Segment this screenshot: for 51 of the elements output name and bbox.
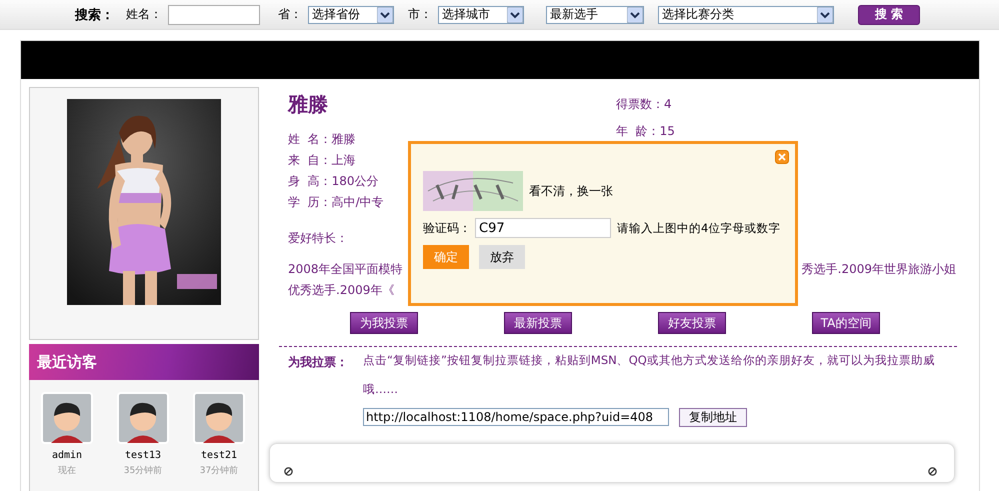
field-label: 省： (278, 6, 302, 23)
dropdown[interactable]: 最新选手 (546, 6, 644, 24)
profile-detail: 学 历：高中/中专 (288, 194, 384, 211)
field-label: 市： (408, 6, 432, 23)
vote-count: 得票数：4 (616, 96, 672, 112)
contestant-name: 雅滕 (288, 90, 329, 118)
captcha-hint: 请输入上图中的4位字母或数字 (617, 220, 780, 236)
refresh-captcha-link[interactable]: 看不清，换一张 (529, 182, 613, 200)
hobby-text: 秀选手.2009年世界旅游小姐 (802, 261, 956, 278)
corner-icon (928, 467, 937, 476)
search-title: 搜索： (75, 6, 114, 24)
dropdown-arrow-icon (377, 6, 393, 22)
visit-time: 35分钟前 (124, 464, 162, 477)
visit-time: 37分钟前 (200, 464, 238, 477)
hobby-text: 优秀选手.2009年《 (288, 282, 394, 299)
visitors-title: 最近访客 (37, 352, 97, 372)
visitor-name[interactable]: test13 (124, 450, 162, 461)
profile-detail: 身 高：180公分 (288, 173, 379, 190)
hobby-label: 爱好特长： (288, 230, 348, 247)
action-button[interactable]: 最新投票 (504, 312, 572, 334)
cancel-button[interactable]: 放弃 (479, 245, 525, 269)
action-button[interactable]: 好友投票 (658, 312, 726, 334)
dropdown[interactable]: 选择比赛分类 (658, 6, 834, 24)
dropdown[interactable]: 选择省份 (308, 6, 394, 24)
dropdown-arrow-icon (817, 6, 833, 22)
close-icon[interactable] (775, 150, 789, 164)
visitor-name[interactable]: test21 (200, 450, 238, 461)
visit-time: 现在 (58, 464, 76, 477)
copy-button[interactable]: 复制地址 (679, 408, 747, 427)
hobby-text: 2008年全国平面模特 (288, 261, 403, 278)
visitor-name[interactable]: admin (52, 450, 82, 461)
name-field[interactable] (168, 4, 260, 24)
avatar-icon[interactable] (117, 392, 169, 444)
captcha-field[interactable]: C97 (475, 218, 611, 238)
link-field[interactable]: http://localhost:1108/home/space.php?uid=408 (363, 408, 669, 426)
avatar-icon[interactable] (41, 392, 93, 444)
action-button[interactable]: TA的空间 (812, 312, 880, 334)
dropdown-arrow-icon (627, 6, 643, 22)
search-button[interactable]: 搜 索 (858, 4, 920, 24)
action-button[interactable]: 为我投票 (350, 312, 418, 334)
avatar-icon[interactable] (193, 392, 245, 444)
field-label: 姓名： (126, 6, 162, 23)
dropdown[interactable]: 选择城市 (438, 6, 524, 24)
corner-icon (284, 467, 293, 476)
vote-link-label: 为我拉票： (288, 354, 349, 371)
profile-detail: 来 自：上海 (288, 152, 356, 169)
dropdown-arrow-icon (507, 6, 523, 22)
profile-detail: 年 龄：15 (616, 123, 675, 140)
profile-detail: 姓 名：雅滕 (288, 131, 356, 148)
vote-link-instructions: 点击“复制链接”按钮复制拉票链接，粘贴到MSN、QQ或其他方式发送给你的亲朋好友，就可以为我拉票助威哦…… (363, 352, 936, 398)
captcha-label: 验证码： (423, 220, 471, 236)
